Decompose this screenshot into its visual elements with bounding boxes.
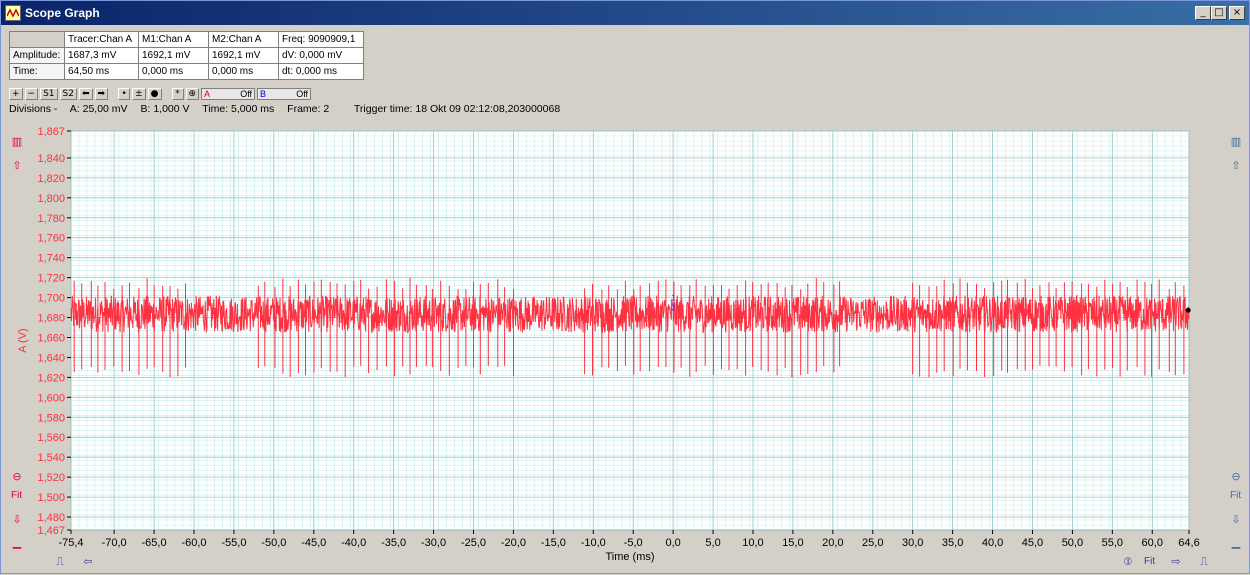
x-tick-label: 55,0 <box>1102 537 1123 549</box>
y-tick-label: 1,467 <box>37 525 65 537</box>
marker-label: 1 <box>671 294 676 303</box>
x-tick-label: 64,6 <box>1178 537 1199 549</box>
scope-graph-window: Scope Graph _ □ × Tracer:Chan A M1:Chan … <box>0 0 1250 574</box>
x-tick-label: -45,0 <box>301 537 326 549</box>
x-tick-label: 60,0 <box>1142 537 1163 549</box>
x-tick-label: -25,0 <box>461 537 486 549</box>
x-tick-label: 40,0 <box>982 537 1003 549</box>
x-tick-label: -60,0 <box>181 537 206 549</box>
y-tick-label: 1,640 <box>37 352 65 364</box>
x-tick-label: -15,0 <box>541 537 566 549</box>
x-tick-label: -35,0 <box>381 537 406 549</box>
y-tick-label: 1,740 <box>37 253 65 265</box>
y-tick-label: 1,680 <box>37 313 65 325</box>
x-tick-label: -5,0 <box>624 537 643 549</box>
x-tick-label: 10,0 <box>742 537 763 549</box>
x-tick-label: -30,0 <box>421 537 446 549</box>
x-tick-label: -70,0 <box>102 537 127 549</box>
grid-minor <box>70 130 1190 530</box>
scope-chart[interactable]: 1,867 1,840 1,820 1,800 1,780 1,760 1,740 1,720… <box>1 1 1250 575</box>
y-tick-label: 1,720 <box>37 273 65 285</box>
x-tick-label: -40,0 <box>341 537 366 549</box>
x-tick-label: -65,0 <box>142 537 167 549</box>
y-tick-label: 1,820 <box>37 173 65 185</box>
y-tick-label: 1,840 <box>37 153 65 165</box>
y-axis-label: A (V) <box>17 328 29 352</box>
y-tick-label: 1,800 <box>37 193 65 205</box>
x-tick-label: -75,4 <box>58 537 83 549</box>
y-tick-label: 1,660 <box>37 332 65 344</box>
y-tick-label: 1,760 <box>37 233 65 245</box>
x-tick-label: 15,0 <box>782 537 803 549</box>
y-tick-label: 1,560 <box>37 432 65 444</box>
x-tick-label: -20,0 <box>501 537 526 549</box>
y-tick-label: 1,700 <box>37 293 65 305</box>
x-axis-label: Time (ms) <box>605 551 654 563</box>
x-tick-label: 20,0 <box>822 537 843 549</box>
y-tick-label: 1,867 <box>37 126 65 138</box>
y-tick-label: 1,600 <box>37 392 65 404</box>
x-tick-label: 30,0 <box>902 537 923 549</box>
y-tick-label: 1,620 <box>37 372 65 384</box>
x-tick-label: 35,0 <box>942 537 963 549</box>
x-tick-label: -55,0 <box>221 537 246 549</box>
x-tick-label: 50,0 <box>1062 537 1083 549</box>
tracer-point <box>1185 307 1191 313</box>
x-tick-label: 45,0 <box>1022 537 1043 549</box>
x-tick-label: 0,0 <box>665 537 680 549</box>
y-tick-label: 1,780 <box>37 213 65 225</box>
x-tick-label: 25,0 <box>862 537 883 549</box>
y-tick-label: 1,540 <box>37 452 65 464</box>
x-tick-label: 5,0 <box>705 537 720 549</box>
x-tick-label: -10,0 <box>581 537 606 549</box>
marker-label: 2 <box>671 304 676 313</box>
y-tick-label: 1,520 <box>37 472 65 484</box>
x-tick-label: -50,0 <box>261 537 286 549</box>
y-tick-label: 1,580 <box>37 412 65 424</box>
y-tick-label: 1,500 <box>37 492 65 504</box>
y-tick-label: 1,480 <box>37 512 65 524</box>
